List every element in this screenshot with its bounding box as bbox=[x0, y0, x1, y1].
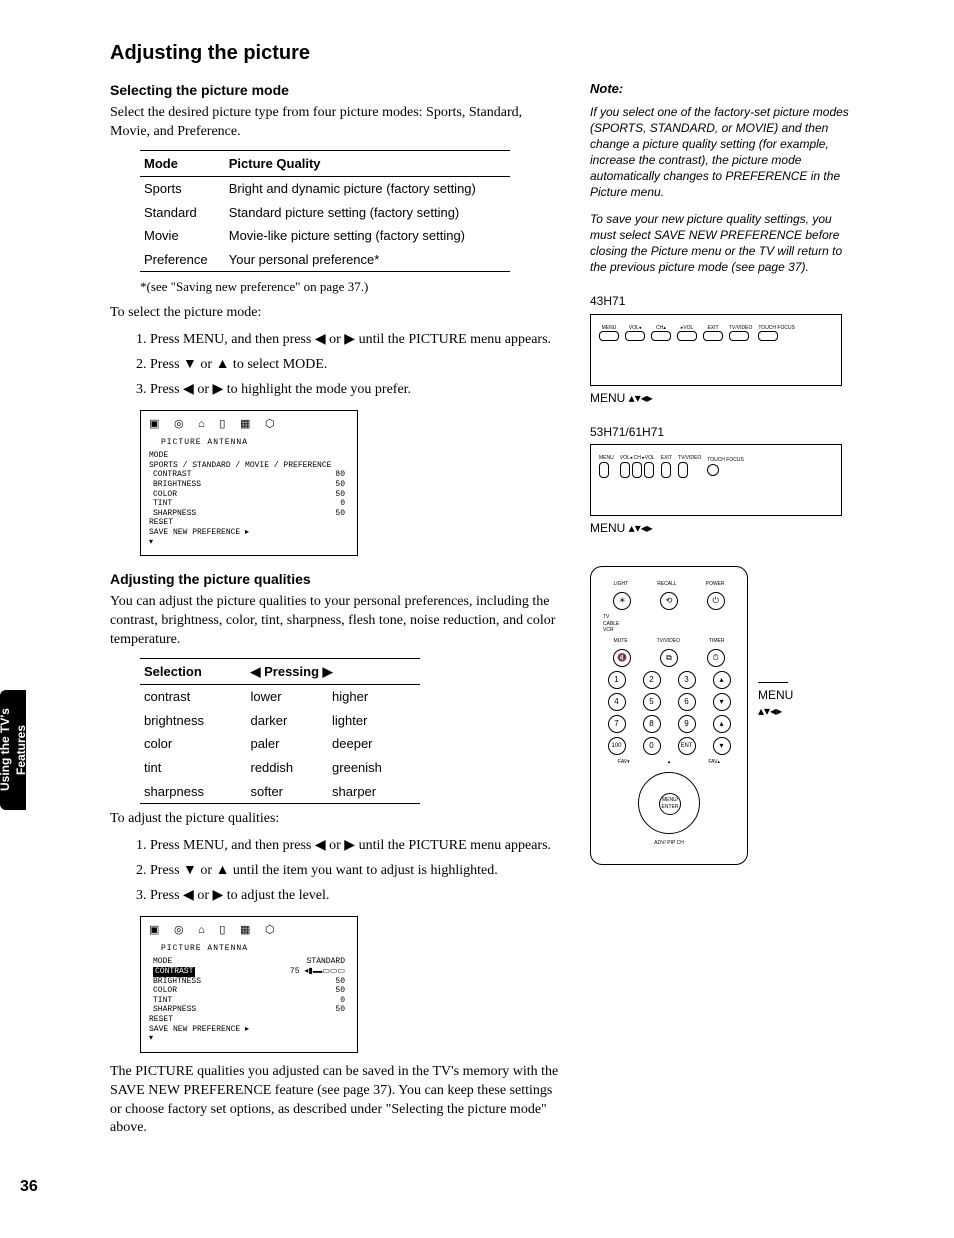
osd-line: SHARPNESS50 bbox=[149, 509, 349, 519]
table-row: contrastlowerhigher bbox=[140, 685, 420, 709]
osd-line: RESET bbox=[149, 1015, 349, 1025]
side-column: Note: If you select one of the factory-s… bbox=[590, 40, 860, 1146]
body-text: To adjust the picture qualities: bbox=[110, 810, 560, 829]
diagram-label: 43H71 bbox=[590, 293, 860, 309]
osd-line: SHARPNESS50 bbox=[149, 1005, 349, 1015]
diagram-label: 53H71/61H71 bbox=[590, 424, 860, 440]
osd-line: BRIGHTNESS50 bbox=[149, 480, 349, 490]
table-row: brightnessdarkerlighter bbox=[140, 709, 420, 733]
section-tab: Using the TV's Features bbox=[0, 690, 26, 810]
osd-line: SPORTS / STANDARD / MOVIE / PREFERENCE bbox=[149, 461, 349, 471]
step-list: Press MENU, and then press ◀ or ▶ until … bbox=[110, 837, 560, 906]
osd-line: TINT0 bbox=[149, 996, 349, 1006]
body-text: The PICTURE qualities you adjusted can b… bbox=[110, 1063, 560, 1139]
mode-table: Mode Picture Quality SportsBright and dy… bbox=[140, 150, 510, 273]
osd-line: SAVE NEW PREFERENCE ▸ bbox=[149, 528, 349, 538]
osd-screenshot: ▣ ◎ ⌂ ▯ ▦ ⬡ PICTURE ANTENNA MODESTANDARD… bbox=[140, 916, 358, 1053]
table-row: MovieMovie-like picture setting (factory… bbox=[140, 224, 510, 248]
note-text: To save your new picture quality setting… bbox=[590, 211, 860, 276]
list-item: Press ▼ or ▲ to select MODE. bbox=[150, 356, 560, 375]
osd-line: MODE bbox=[149, 451, 349, 461]
step-list: Press MENU, and then press ◀ or ▶ until … bbox=[110, 331, 560, 400]
osd-icon-row: ▣ ◎ ⌂ ▯ ▦ ⬡ bbox=[149, 419, 349, 432]
table-header: Selection bbox=[140, 658, 247, 685]
footnote: *(see "Saving new preference" on page 37… bbox=[140, 278, 560, 296]
list-item: Press ◀ or ▶ to highlight the mode you p… bbox=[150, 381, 560, 400]
table-row: tintreddishgreenish bbox=[140, 756, 420, 780]
diagram-caption: MENU ▴▾◂▸ bbox=[590, 390, 860, 406]
table-row: StandardStandard picture setting (factor… bbox=[140, 201, 510, 225]
osd-tabs: PICTURE ANTENNA bbox=[161, 438, 349, 448]
table-row: colorpalerdeeper bbox=[140, 732, 420, 756]
osd-line: BRIGHTNESS50 bbox=[149, 977, 349, 987]
osd-tabs: PICTURE ANTENNA bbox=[161, 944, 349, 954]
dpad-icon: MENU/ ENTER bbox=[638, 772, 700, 834]
body-text: You can adjust the picture qualities to … bbox=[110, 593, 560, 650]
list-item: Press ◀ or ▶ to adjust the level. bbox=[150, 887, 560, 906]
osd-line: ▾ bbox=[149, 538, 349, 548]
table-header: Mode bbox=[140, 150, 225, 177]
list-item: Press ▼ or ▲ until the item you want to … bbox=[150, 862, 560, 881]
remote-callout: MENU ▴▾◂▸ bbox=[758, 682, 793, 719]
qualities-table: Selection ◀ Pressing ▶ contrastlowerhigh… bbox=[140, 658, 420, 804]
osd-line: COLOR50 bbox=[149, 490, 349, 500]
remote-diagram: LIGHTRECALLPOWER ☀⟲⏻ TVCABLEVCR MUTETV/V… bbox=[590, 566, 748, 865]
osd-icon-row: ▣ ◎ ⌂ ▯ ▦ ⬡ bbox=[149, 925, 349, 938]
table-header: Picture Quality bbox=[225, 150, 510, 177]
section-heading: Selecting the picture mode bbox=[110, 81, 560, 100]
osd-line: MODESTANDARD bbox=[149, 957, 349, 967]
page-number: 36 bbox=[20, 1176, 904, 1198]
table-row: PreferenceYour personal preference* bbox=[140, 248, 510, 272]
table-header: ◀ Pressing ▶ bbox=[247, 658, 421, 685]
front-panel-diagram: MENU VOL◂ CH ▸VOL EXIT TV/VIDEO TOUCH FO… bbox=[590, 444, 842, 516]
osd-screenshot: ▣ ◎ ⌂ ▯ ▦ ⬡ PICTURE ANTENNA MODE SPORTS … bbox=[140, 410, 358, 557]
list-item: Press MENU, and then press ◀ or ▶ until … bbox=[150, 837, 560, 856]
table-row: SportsBright and dynamic picture (factor… bbox=[140, 177, 510, 201]
osd-line: ▾ bbox=[149, 1034, 349, 1044]
page-title: Adjusting the picture bbox=[110, 40, 560, 67]
body-text: To select the picture mode: bbox=[110, 304, 560, 323]
list-item: Press MENU, and then press ◀ or ▶ until … bbox=[150, 331, 560, 350]
front-panel-diagram: MENU VOL◂ CH▴ ▸VOL EXIT TV/VIDEO TOUCH F… bbox=[590, 314, 842, 386]
osd-line: COLOR50 bbox=[149, 986, 349, 996]
osd-line: CONTRAST75 ◂▮▬▬▭▭▭ bbox=[149, 967, 349, 977]
body-text: Select the desired picture type from fou… bbox=[110, 104, 560, 142]
section-heading: Adjusting the picture qualities bbox=[110, 570, 560, 589]
main-column: Adjusting the picture Selecting the pict… bbox=[110, 40, 560, 1146]
table-row: sharpnesssoftersharper bbox=[140, 780, 420, 804]
note-heading: Note: bbox=[590, 80, 860, 98]
diagram-caption: MENU ▴▾◂▸ bbox=[590, 520, 860, 536]
osd-line: SAVE NEW PREFERENCE ▸ bbox=[149, 1025, 349, 1035]
osd-line: RESET bbox=[149, 518, 349, 528]
note-text: If you select one of the factory-set pic… bbox=[590, 104, 860, 201]
osd-line: CONTRAST80 bbox=[149, 470, 349, 480]
osd-line: TINT0 bbox=[149, 499, 349, 509]
